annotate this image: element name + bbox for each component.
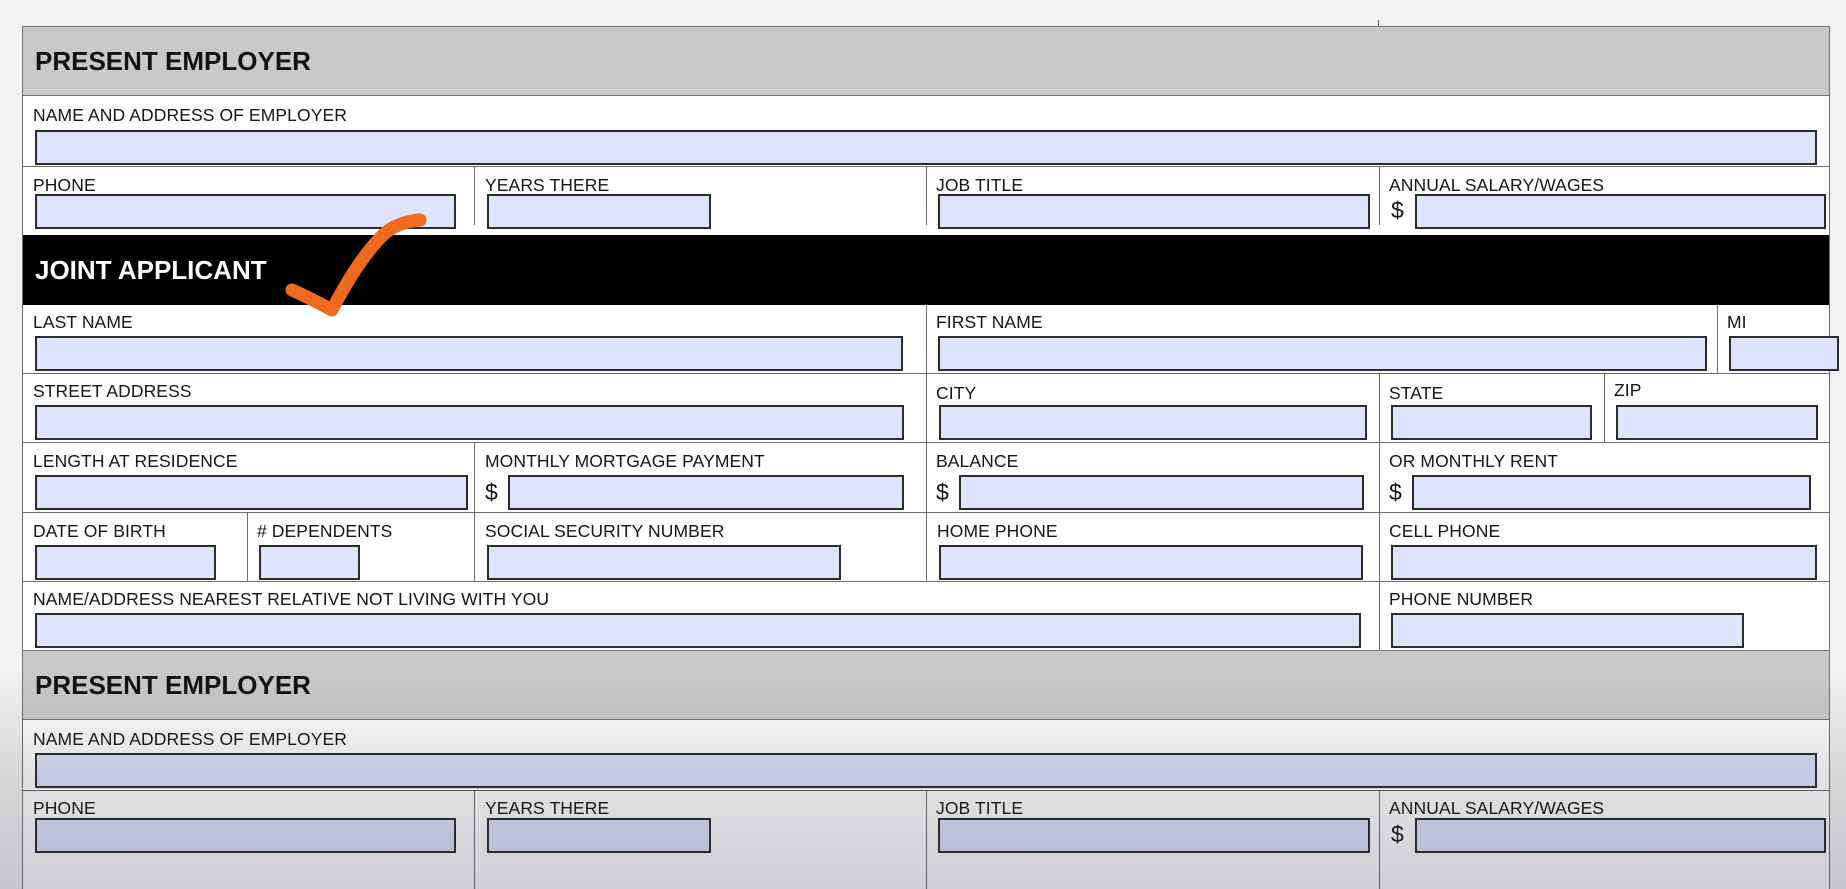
divider — [1379, 373, 1380, 442]
nearest-relative-label: NAME/ADDRESS NEAREST RELATIVE NOT LIVING… — [33, 589, 550, 609]
divider — [1717, 305, 1718, 373]
employer-salary-input[interactable] — [1415, 194, 1826, 229]
employer-years-input[interactable] — [487, 194, 711, 229]
divider — [474, 166, 475, 225]
date-of-birth-input[interactable] — [35, 545, 216, 580]
joint-employer-salary-label: ANNUAL SALARY/WAGES — [1389, 798, 1605, 818]
state-input[interactable] — [1391, 405, 1592, 440]
divider — [1379, 581, 1380, 650]
balance-input[interactable] — [959, 475, 1364, 510]
salary-currency-symbol: $ — [1391, 197, 1404, 223]
divider — [1379, 790, 1380, 889]
date-of-birth-label: DATE OF BIRTH — [33, 521, 166, 541]
monthly-rent-input[interactable] — [1412, 475, 1811, 510]
dependents-input[interactable] — [259, 545, 360, 580]
home-phone-input[interactable] — [939, 545, 1363, 580]
employer-name-address-input[interactable] — [35, 130, 1817, 165]
divider — [926, 305, 927, 373]
relative-phone-label: PHONE NUMBER — [1389, 589, 1534, 609]
employer-years-label: YEARS THERE — [485, 175, 610, 195]
divider — [247, 512, 248, 581]
divider — [926, 166, 927, 225]
first-name-input[interactable] — [938, 336, 1707, 371]
ssn-input[interactable] — [487, 545, 841, 580]
balance-currency-symbol: $ — [936, 479, 949, 505]
cell-phone-input[interactable] — [1391, 545, 1817, 580]
divider — [1379, 166, 1380, 225]
employer-salary-label: ANNUAL SALARY/WAGES — [1389, 175, 1605, 195]
dependents-label: # DEPENDENTS — [257, 521, 393, 541]
credit-application-form: PRESENT EMPLOYER NAME AND ADDRESS OF EMP… — [22, 26, 1839, 889]
joint-employer-years-input[interactable] — [487, 818, 711, 853]
divider — [926, 790, 927, 889]
joint-employer-years-label: YEARS THERE — [485, 798, 610, 818]
employer-phone-label: PHONE — [33, 175, 96, 195]
length-at-residence-input[interactable] — [35, 475, 468, 510]
rent-currency-symbol: $ — [1389, 479, 1402, 505]
divider — [474, 442, 475, 512]
length-at-residence-label: LENGTH AT RESIDENCE — [33, 451, 238, 471]
joint-employer-phone-input[interactable] — [35, 818, 456, 853]
last-name-label: LAST NAME — [33, 312, 133, 332]
divider — [1604, 373, 1605, 442]
employer-section-header: PRESENT EMPLOYER — [23, 26, 1829, 96]
joint-employer-name-address-input[interactable] — [35, 753, 1817, 788]
ssn-label: SOCIAL SECURITY NUMBER — [485, 521, 725, 541]
monthly-rent-label: OR MONTHLY RENT — [1389, 451, 1559, 471]
relative-phone-input[interactable] — [1391, 613, 1744, 648]
middle-initial-input[interactable] — [1729, 336, 1839, 371]
zip-input[interactable] — [1616, 405, 1818, 440]
street-address-input[interactable] — [35, 405, 904, 440]
joint-employer-section-header: PRESENT EMPLOYER — [23, 650, 1829, 720]
first-name-label: FIRST NAME — [936, 312, 1043, 332]
state-label: STATE — [1389, 383, 1444, 403]
mortgage-currency-symbol: $ — [485, 479, 498, 505]
cell-phone-label: CELL PHONE — [1389, 521, 1501, 541]
joint-salary-currency-symbol: $ — [1391, 821, 1404, 847]
joint-employer-phone-label: PHONE — [33, 798, 96, 818]
employer-job-title-input[interactable] — [938, 194, 1370, 229]
checkmark-icon — [285, 213, 427, 317]
balance-label: BALANCE — [936, 451, 1019, 471]
city-input[interactable] — [939, 405, 1367, 440]
last-name-input[interactable] — [35, 336, 903, 371]
divider — [1379, 442, 1380, 512]
monthly-mortgage-input[interactable] — [508, 475, 904, 510]
joint-applicant-title: JOINT APPLICANT — [35, 254, 267, 285]
joint-employer-job-title-label: JOB TITLE — [936, 798, 1024, 818]
zip-label: ZIP — [1614, 380, 1642, 400]
divider — [1379, 512, 1380, 581]
nearest-relative-input[interactable] — [35, 613, 1361, 648]
divider — [23, 581, 1829, 582]
divider — [926, 442, 927, 512]
divider — [474, 790, 475, 889]
city-label: CITY — [936, 383, 977, 403]
divider — [474, 512, 475, 581]
middle-initial-label: MI — [1727, 312, 1747, 332]
divider — [926, 512, 927, 581]
joint-employer-salary-input[interactable] — [1415, 818, 1826, 853]
monthly-mortgage-label: MONTHLY MORTGAGE PAYMENT — [485, 451, 765, 471]
employer-name-address-label: NAME AND ADDRESS OF EMPLOYER — [33, 105, 347, 125]
joint-employer-name-address-label: NAME AND ADDRESS OF EMPLOYER — [33, 729, 347, 749]
home-phone-label: HOME PHONE — [937, 521, 1058, 541]
street-address-label: STREET ADDRESS — [33, 381, 192, 401]
employer-section-title: PRESENT EMPLOYER — [35, 45, 311, 76]
joint-employer-section-title: PRESENT EMPLOYER — [35, 669, 311, 700]
divider — [926, 373, 927, 442]
joint-employer-job-title-input[interactable] — [938, 818, 1370, 853]
employer-job-title-label: JOB TITLE — [936, 175, 1024, 195]
